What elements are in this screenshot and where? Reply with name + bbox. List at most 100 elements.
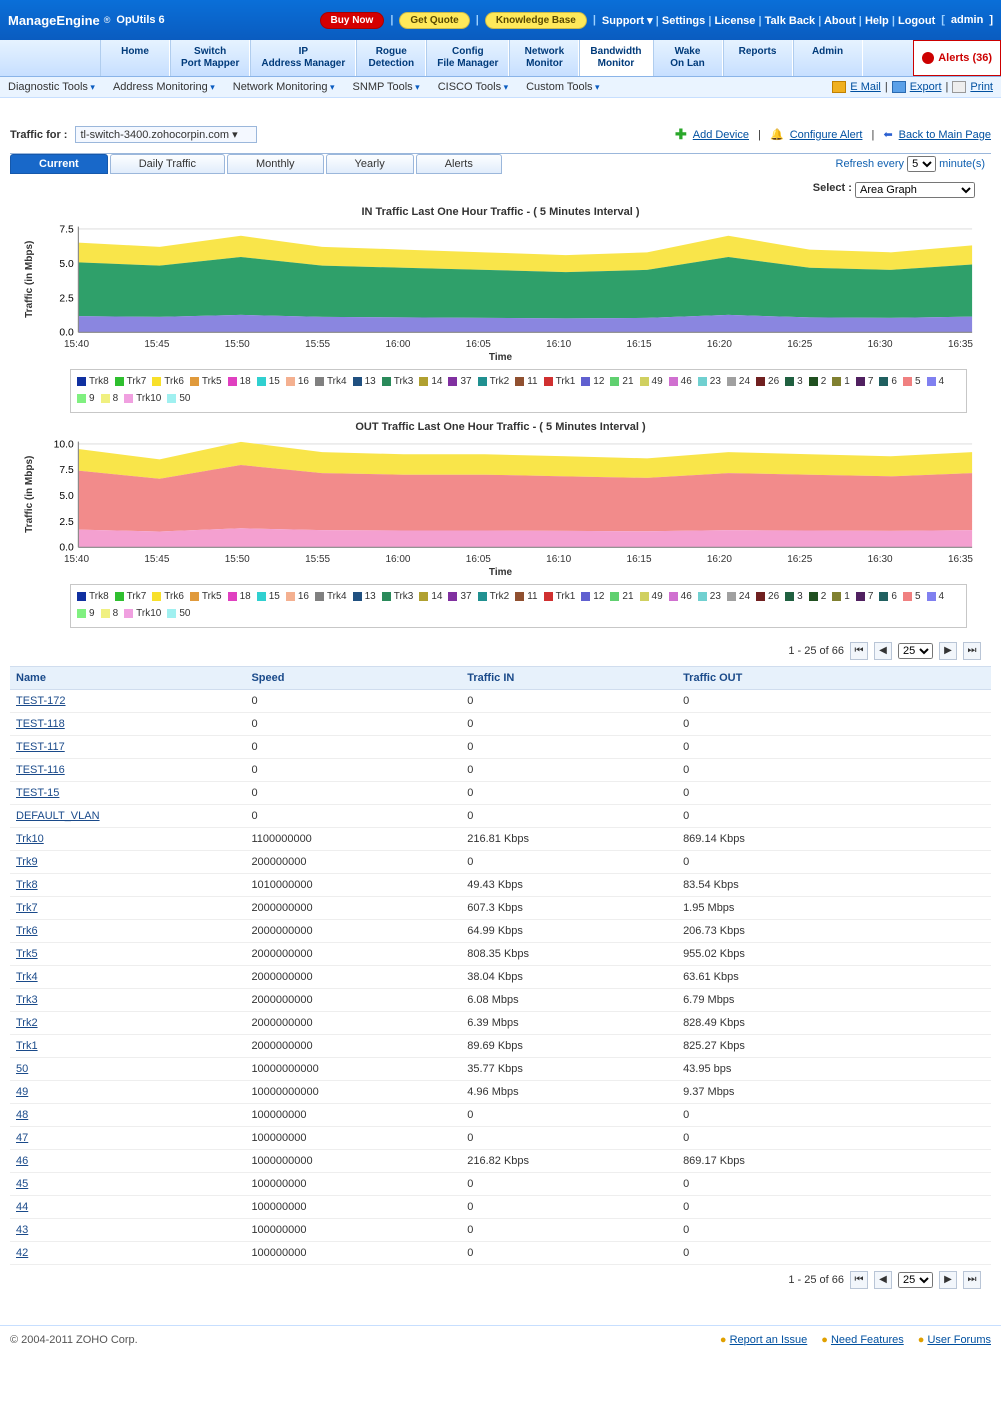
view-tab-daily-traffic[interactable]: Daily Traffic xyxy=(110,154,225,174)
header-link-about[interactable]: About xyxy=(824,15,859,27)
view-tab-yearly[interactable]: Yearly xyxy=(326,154,414,174)
interface-link[interactable]: Trk4 xyxy=(16,971,38,983)
interface-link[interactable]: Trk7 xyxy=(16,902,38,914)
interface-link[interactable]: Trk6 xyxy=(16,925,38,937)
main-tab-home[interactable]: Home xyxy=(100,40,170,76)
interface-link[interactable]: 45 xyxy=(16,1178,28,1190)
switch-select[interactable]: tl-switch-3400.zohocorpin.com ▾ xyxy=(75,126,256,143)
interface-link[interactable]: DEFAULT_VLAN xyxy=(16,810,100,822)
interface-link[interactable]: 42 xyxy=(16,1247,28,1259)
interface-link[interactable]: 49 xyxy=(16,1086,28,1098)
header-link-settings[interactable]: Settings xyxy=(662,15,708,27)
submenu-address-monitoring[interactable]: Address Monitoring xyxy=(113,81,215,93)
pager-size-select[interactable]: 25 xyxy=(898,643,933,659)
pager-prev[interactable]: ◀ xyxy=(874,642,892,660)
knowledge-base-button[interactable]: Knowledge Base xyxy=(485,12,587,29)
main-tab-rogue-detection[interactable]: RogueDetection xyxy=(356,40,426,76)
col-traffic-out[interactable]: Traffic OUT xyxy=(677,666,991,689)
legend-swatch xyxy=(927,592,936,601)
pager-first[interactable]: ⏮ xyxy=(850,642,868,660)
submenu-diagnostic-tools[interactable]: Diagnostic Tools xyxy=(8,81,95,93)
footer-link-report-an-issue[interactable]: Report an Issue xyxy=(730,1334,808,1346)
main-tab-bandwidth-monitor[interactable]: BandwidthMonitor xyxy=(579,40,652,76)
interface-link[interactable]: 44 xyxy=(16,1201,28,1213)
interface-link[interactable]: 47 xyxy=(16,1132,28,1144)
pager-next[interactable]: ▶ xyxy=(939,642,957,660)
legend-item: 50 xyxy=(167,391,190,406)
main-tab-config-file-manager[interactable]: ConfigFile Manager xyxy=(426,40,509,76)
interface-link[interactable]: Trk3 xyxy=(16,994,38,1006)
header-link-license[interactable]: License xyxy=(714,15,758,27)
pager-last[interactable]: ⏭ xyxy=(963,642,981,660)
export-link[interactable]: Export xyxy=(910,81,942,93)
table-row: Trk920000000000 xyxy=(10,850,991,873)
header-link-help[interactable]: Help xyxy=(865,15,892,27)
footer-link-need-features[interactable]: Need Features xyxy=(831,1334,904,1346)
interface-link[interactable]: 46 xyxy=(16,1155,28,1167)
legend-item: 1 xyxy=(832,374,850,389)
legend-item: 37 xyxy=(448,589,471,604)
legend-item: 21 xyxy=(610,374,633,389)
configure-alert-link[interactable]: Configure Alert xyxy=(790,129,863,141)
interface-link[interactable]: 43 xyxy=(16,1224,28,1236)
legend-swatch xyxy=(315,377,324,386)
pager-last[interactable]: ⏭ xyxy=(963,1271,981,1289)
main-tab-wake-on-lan[interactable]: WakeOn Lan xyxy=(653,40,723,76)
interface-link[interactable]: Trk8 xyxy=(16,879,38,891)
cell-traffic-out: 83.54 Kbps xyxy=(677,873,991,896)
interface-link[interactable]: TEST-117 xyxy=(16,741,65,753)
col-name[interactable]: Name xyxy=(10,666,245,689)
interface-link[interactable]: Trk1 xyxy=(16,1040,38,1052)
legend-item: Trk3 xyxy=(382,589,414,604)
submenu-network-monitoring[interactable]: Network Monitoring xyxy=(233,81,335,93)
cell-traffic-in: 808.35 Kbps xyxy=(461,942,677,965)
pager-prev[interactable]: ◀ xyxy=(874,1271,892,1289)
col-speed[interactable]: Speed xyxy=(245,666,461,689)
cell-traffic-in: 49.43 Kbps xyxy=(461,873,677,896)
legend-item: 49 xyxy=(640,374,663,389)
interface-link[interactable]: 50 xyxy=(16,1063,28,1075)
interface-link[interactable]: Trk10 xyxy=(16,833,44,845)
get-quote-button[interactable]: Get Quote xyxy=(399,12,469,29)
submenu-cisco-tools[interactable]: CISCO Tools xyxy=(438,81,508,93)
interface-link[interactable]: TEST-15 xyxy=(16,787,59,799)
header-link-talk-back[interactable]: Talk Back xyxy=(765,15,819,27)
submenu-custom-tools[interactable]: Custom Tools xyxy=(526,81,599,93)
view-tab-alerts[interactable]: Alerts xyxy=(416,154,502,174)
interface-link[interactable]: Trk2 xyxy=(16,1017,38,1029)
back-main-link[interactable]: Back to Main Page xyxy=(899,129,991,141)
print-link[interactable]: Print xyxy=(970,81,993,93)
submenu-snmp-tools[interactable]: SNMP Tools xyxy=(353,81,420,93)
pager-next[interactable]: ▶ xyxy=(939,1271,957,1289)
col-traffic-in[interactable]: Traffic IN xyxy=(461,666,677,689)
cell-name: TEST-118 xyxy=(10,712,245,735)
add-device-link[interactable]: Add Device xyxy=(693,129,749,141)
chart-type-select[interactable]: Area Graph xyxy=(855,182,975,198)
cell-traffic-out: 1.95 Mbps xyxy=(677,896,991,919)
alerts-button[interactable]: Alerts (36) xyxy=(913,40,1001,76)
sub-toolbar: Diagnostic Tools Address Monitoring Networ… xyxy=(0,77,1001,98)
email-link[interactable]: E Mail xyxy=(850,81,881,93)
interface-link[interactable]: TEST-172 xyxy=(16,695,66,707)
interface-link[interactable]: 48 xyxy=(16,1109,28,1121)
main-tab-network-monitor[interactable]: NetworkMonitor xyxy=(509,40,579,76)
legend-swatch xyxy=(257,592,266,601)
view-tab-current[interactable]: Current xyxy=(10,154,108,174)
interface-link[interactable]: TEST-118 xyxy=(16,718,65,730)
pager-size-select[interactable]: 25 xyxy=(898,1272,933,1288)
legend-swatch xyxy=(286,592,295,601)
pager-first[interactable]: ⏮ xyxy=(850,1271,868,1289)
interface-link[interactable]: TEST-116 xyxy=(16,764,65,776)
header-link-support[interactable]: Support ▾ xyxy=(602,15,656,27)
main-tab-reports[interactable]: Reports xyxy=(723,40,793,76)
view-tab-monthly[interactable]: Monthly xyxy=(227,154,324,174)
interface-link[interactable]: Trk5 xyxy=(16,948,38,960)
interface-link[interactable]: Trk9 xyxy=(16,856,38,868)
footer-link-user-forums[interactable]: User Forums xyxy=(927,1334,991,1346)
main-tab-ip-address-manager[interactable]: IPAddress Manager xyxy=(250,40,356,76)
refresh-interval-select[interactable]: 5 xyxy=(907,156,936,172)
main-tab-switch-port-mapper[interactable]: SwitchPort Mapper xyxy=(170,40,250,76)
buy-now-button[interactable]: Buy Now xyxy=(320,12,385,29)
header-link-logout[interactable]: Logout xyxy=(898,15,935,27)
main-tab-admin[interactable]: Admin xyxy=(793,40,863,76)
